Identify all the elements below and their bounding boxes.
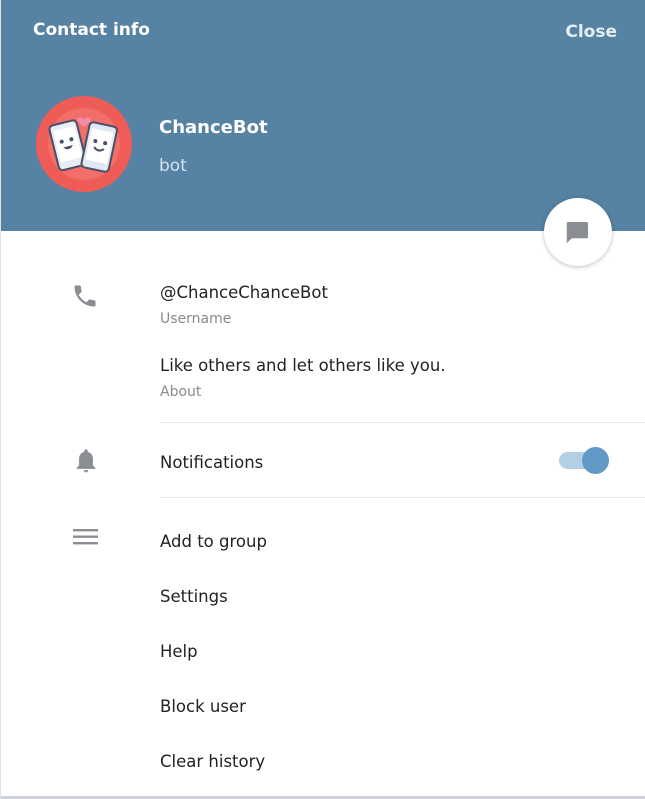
- help-item[interactable]: Help: [160, 642, 198, 661]
- username-value[interactable]: @ChanceChanceBot: [160, 283, 328, 302]
- username-label: Username: [160, 311, 232, 327]
- toggle-knob: [582, 447, 609, 474]
- bell-icon: [72, 447, 100, 481]
- close-button[interactable]: Close: [565, 22, 617, 42]
- add-to-group-item[interactable]: Add to group: [160, 532, 267, 551]
- block-user-item[interactable]: Block user: [160, 697, 246, 716]
- clear-history-item[interactable]: Clear history: [160, 752, 265, 771]
- menu-icon: [73, 527, 99, 551]
- profile-header: Contact info Close ChanceBot bot: [1, 0, 645, 231]
- divider: [160, 497, 645, 498]
- avatar[interactable]: [36, 96, 132, 192]
- contact-info-panel: Contact info Close ChanceBot bot @Chance…: [0, 0, 645, 799]
- divider: [160, 422, 645, 423]
- settings-item[interactable]: Settings: [160, 587, 228, 606]
- profile-status: bot: [159, 156, 187, 176]
- phone-icon: [71, 282, 99, 314]
- send-message-button[interactable]: [544, 198, 612, 266]
- phones-illustration-icon: [48, 108, 120, 180]
- about-label: About: [160, 384, 202, 400]
- panel-title: Contact info: [33, 20, 150, 40]
- about-value: Like others and let others like you.: [160, 356, 446, 375]
- profile-name: ChanceBot: [159, 117, 268, 138]
- message-icon: [566, 222, 588, 244]
- notifications-toggle[interactable]: [559, 447, 609, 474]
- notifications-label: Notifications: [160, 453, 264, 472]
